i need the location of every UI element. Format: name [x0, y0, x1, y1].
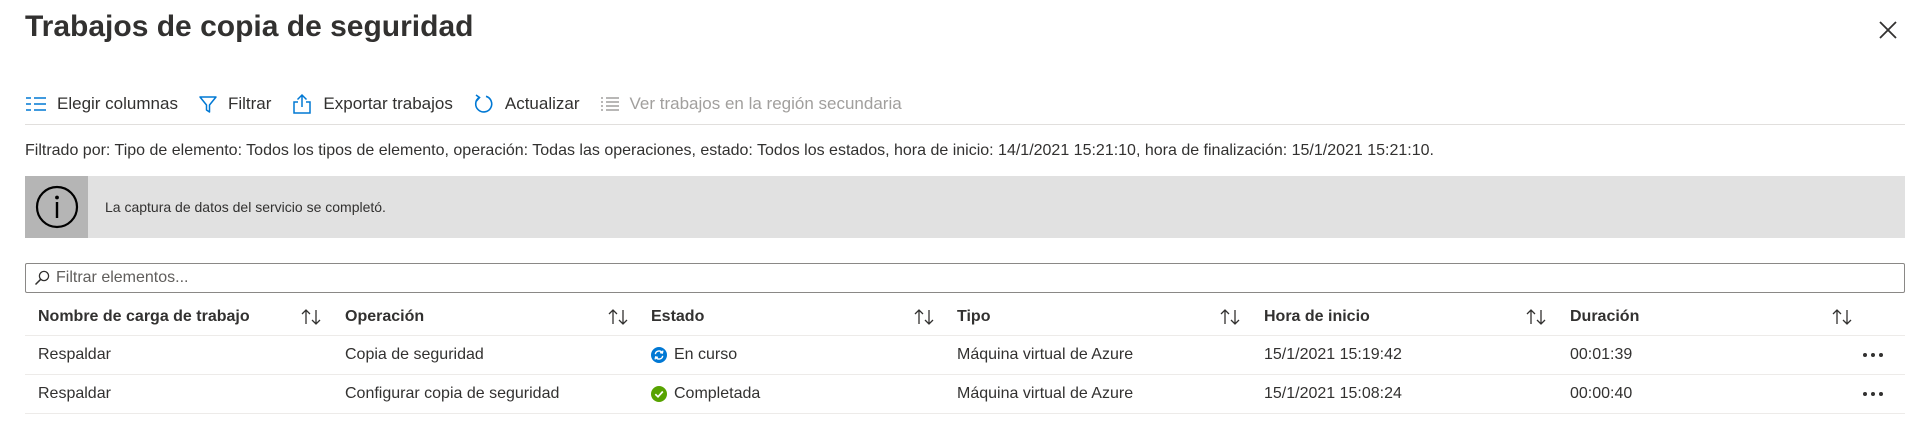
sort-duration-button[interactable]	[1831, 298, 1853, 335]
operation-cell: Copia de seguridad	[345, 346, 484, 363]
search-input[interactable]	[56, 269, 1856, 287]
refresh-icon	[474, 94, 493, 113]
view-secondary-region-label: Ver trabajos en la región secundaria	[629, 94, 902, 113]
page-title: Trabajos de copia de seguridad	[25, 10, 474, 43]
column-header-status[interactable]: Estado	[651, 298, 704, 335]
sort-icon	[914, 308, 934, 325]
columns-icon	[26, 97, 46, 111]
info-banner-message: La captura de datos del servicio se comp…	[105, 199, 386, 215]
success-check-icon	[651, 386, 667, 402]
sort-type-button[interactable]	[1219, 298, 1241, 335]
workload-cell: Respaldar	[38, 346, 111, 363]
sort-icon	[1526, 308, 1546, 325]
start-time-cell: 15/1/2021 15:08:24	[1264, 385, 1402, 402]
status-cell: En curso	[651, 336, 737, 374]
export-icon	[293, 93, 312, 114]
in-progress-icon	[651, 347, 667, 363]
filter-icon	[199, 96, 217, 113]
export-jobs-label: Exportar trabajos	[323, 94, 453, 113]
status-text: Completada	[674, 385, 761, 402]
info-icon-box	[25, 176, 88, 238]
column-header-operation[interactable]: Operación	[345, 298, 424, 335]
sort-icon	[301, 308, 321, 325]
type-cell: Máquina virtual de Azure	[957, 346, 1134, 363]
more-options-icon	[1863, 392, 1883, 396]
export-jobs-button[interactable]: Exportar trabajos	[291, 88, 453, 120]
sort-workload-button[interactable]	[300, 298, 322, 335]
row-more-button[interactable]	[1862, 336, 1884, 374]
status-text: En curso	[674, 346, 738, 363]
column-header-duration[interactable]: Duración	[1570, 298, 1639, 335]
refresh-label: Actualizar	[504, 94, 580, 113]
column-header-start-time[interactable]: Hora de inicio	[1264, 298, 1370, 335]
table-row[interactable]: Respaldar Copia de seguridad En curso Má…	[25, 336, 1905, 375]
filter-items-search	[25, 263, 1905, 293]
sort-icon	[1220, 308, 1240, 325]
filter-button[interactable]: Filtrar	[198, 88, 271, 120]
search-icon	[34, 270, 50, 286]
row-more-button[interactable]	[1862, 375, 1884, 413]
choose-columns-button[interactable]: Elegir columnas	[25, 88, 178, 120]
column-header-type[interactable]: Tipo	[957, 298, 990, 335]
sort-operation-button[interactable]	[607, 298, 629, 335]
status-cell: Completada	[651, 375, 760, 413]
duration-cell: 00:00:40	[1570, 385, 1633, 402]
duration-cell: 00:01:39	[1570, 346, 1633, 363]
close-icon	[1879, 21, 1897, 39]
toolbar-divider	[25, 124, 1905, 125]
type-cell: Máquina virtual de Azure	[957, 385, 1134, 402]
sort-status-button[interactable]	[913, 298, 935, 335]
table-row[interactable]: Respaldar Configurar copia de seguridad …	[25, 375, 1905, 414]
view-secondary-region-button[interactable]: Ver trabajos en la región secundaria	[600, 88, 902, 120]
choose-columns-label: Elegir columnas	[57, 94, 178, 113]
info-icon	[35, 185, 78, 229]
table-header-row: Nombre de carga de trabajo Operación Est…	[25, 298, 1905, 336]
filter-label: Filtrar	[227, 94, 272, 113]
column-header-workload[interactable]: Nombre de carga de trabajo	[38, 298, 250, 335]
close-button[interactable]	[1874, 16, 1902, 44]
list-icon	[600, 97, 619, 111]
sort-icon	[608, 308, 628, 325]
refresh-button[interactable]: Actualizar	[473, 88, 580, 120]
info-banner: La captura de datos del servicio se comp…	[25, 176, 1905, 238]
operation-cell: Configurar copia de seguridad	[345, 385, 560, 402]
sort-icon	[1832, 308, 1852, 325]
start-time-cell: 15/1/2021 15:19:42	[1264, 346, 1402, 363]
workload-cell: Respaldar	[38, 385, 111, 402]
toolbar: Elegir columnas Filtrar Exportar trabajo…	[25, 88, 922, 120]
sort-start-time-button[interactable]	[1525, 298, 1547, 335]
jobs-table: Nombre de carga de trabajo Operación Est…	[25, 298, 1905, 414]
filter-summary: Filtrado por: Tipo de elemento: Todos lo…	[25, 142, 1434, 159]
more-options-icon	[1863, 353, 1883, 357]
